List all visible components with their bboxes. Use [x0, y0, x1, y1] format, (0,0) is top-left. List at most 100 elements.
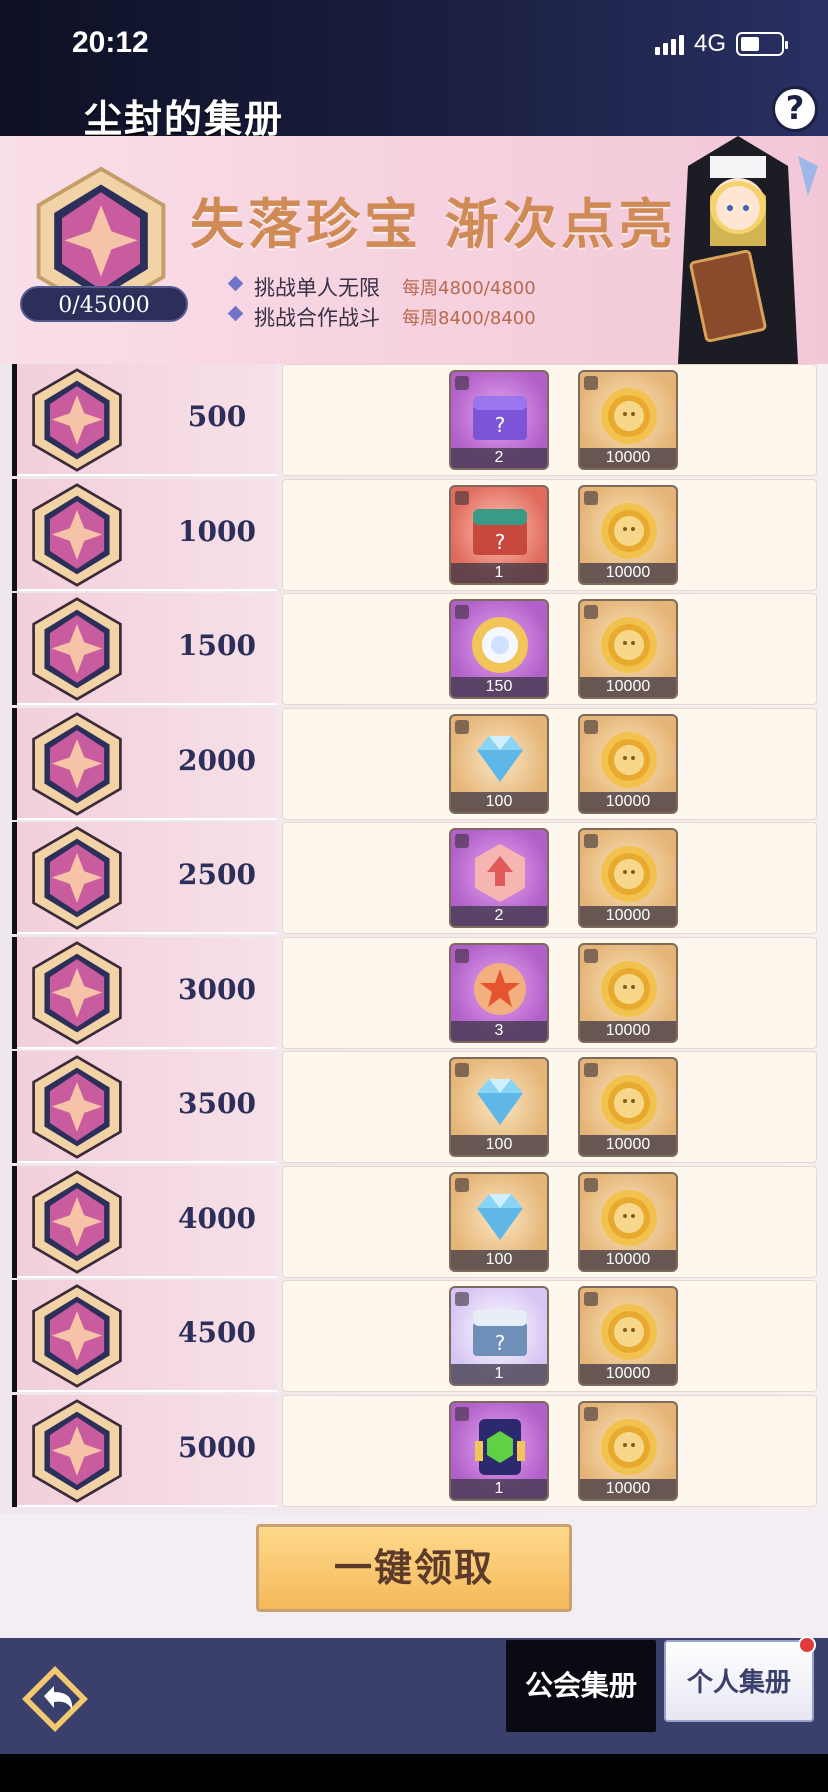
diamond-bullet-icon — [227, 305, 244, 322]
tab-guild-collection[interactable]: 公会集册 — [506, 1640, 656, 1732]
green-gem-frame-icon — [475, 1418, 525, 1475]
milestone-emblem-icon — [32, 368, 122, 472]
reward-item[interactable]: 10000 — [578, 370, 678, 470]
milestone-points: 3500 — [178, 1087, 256, 1120]
gold-coin-icon — [601, 960, 657, 1017]
task-quota: 每周8400/8400 — [402, 308, 536, 329]
gold-coin-icon — [601, 731, 657, 788]
reward-item[interactable]: 100 — [449, 713, 549, 814]
milestone-emblem-icon — [32, 1398, 122, 1503]
milestone-rewards: 1 10000 — [282, 1394, 817, 1507]
milestone-points: 2000 — [178, 743, 256, 777]
milestone-emblem-icon — [32, 826, 122, 930]
back-arrow-icon[interactable] — [18, 1662, 92, 1736]
milestone-points: 3000 — [178, 972, 256, 1006]
reward-item[interactable]: ? 1 — [449, 1286, 549, 1386]
milestone-points: 4000 — [178, 1201, 256, 1235]
reward-item[interactable]: 150 — [449, 599, 549, 699]
gold-coin-icon — [601, 1304, 657, 1360]
milestone-row: 2000 100 10000 — [12, 707, 817, 820]
milestone-rewards: 100 10000 — [282, 1165, 817, 1278]
star-medal-icon — [474, 962, 526, 1015]
red-mystery-chest-icon: ? — [473, 508, 527, 555]
diamond-icon — [477, 1079, 523, 1125]
reward-quantity: 10000 — [580, 448, 676, 468]
reward-item[interactable]: 10000 — [578, 1171, 678, 1272]
task-line-coop: 挑战合作战斗 每周8400/8400 — [227, 302, 536, 332]
milestone-rewards: 100 10000 — [282, 1051, 817, 1163]
milestone-row: 2500 2 10000 — [12, 822, 817, 934]
reward-item[interactable]: ? 2 — [449, 370, 549, 470]
milestone-emblem-icon — [32, 482, 122, 587]
tab-label: 个人集册 — [686, 1668, 791, 1698]
signal-icon — [654, 33, 684, 55]
milestone-rewards: ? 1 10000 — [282, 478, 817, 591]
milestone-rewards: 150 10000 — [282, 593, 817, 705]
milestone-row: 5000 1 10000 — [12, 1394, 817, 1507]
milestone-row: 4500 ? 1 10000 — [12, 1280, 817, 1392]
reward-item[interactable]: ? 1 — [449, 484, 549, 585]
svg-text:?: ? — [495, 1331, 506, 1355]
gold-coin-icon — [601, 617, 657, 673]
gold-coin-icon — [601, 846, 657, 902]
reward-item[interactable]: 100 — [449, 1171, 549, 1272]
question-icon[interactable]: ? — [772, 86, 818, 132]
reward-quantity: 100 — [451, 1249, 547, 1270]
reward-item[interactable]: 3 — [449, 942, 549, 1043]
tab-personal-collection[interactable]: 个人集册 — [664, 1636, 816, 1722]
reward-item[interactable]: 10000 — [578, 484, 678, 585]
reward-quantity: 10000 — [580, 677, 676, 697]
milestone-row: 500? 2 10000 — [12, 364, 817, 476]
battery-icon — [736, 32, 788, 56]
home-indicator — [0, 1754, 828, 1792]
reward-quantity: 100 — [451, 791, 547, 812]
milestone-points: 2500 — [178, 858, 256, 891]
task-quota: 每周4800/4800 — [402, 278, 536, 299]
milestone-emblem-icon — [32, 1169, 122, 1274]
reward-item[interactable]: 10000 — [578, 713, 678, 814]
milestone-points: 500 — [187, 400, 247, 433]
reward-item[interactable]: 10000 — [578, 599, 678, 699]
milestone-rewards: ? 1 10000 — [282, 1280, 817, 1392]
milestone-rewards: 3 10000 — [282, 936, 817, 1049]
milestone-points: 4500 — [178, 1316, 256, 1349]
milestone-row: 4000 100 10000 — [12, 1165, 817, 1278]
reward-item[interactable]: 100 — [449, 1057, 549, 1157]
reward-item[interactable]: 10000 — [578, 1400, 678, 1501]
milestone-row: 3500 100 10000 — [12, 1051, 817, 1163]
milestone-threshold-cell: 3000 — [17, 936, 277, 1049]
milestone-rewards: ? 2 10000 — [282, 364, 817, 476]
milestone-threshold-cell: 1500 — [17, 593, 277, 705]
diamond-icon — [477, 735, 523, 782]
milestone-emblem-icon — [32, 1055, 122, 1159]
claim-all-button[interactable]: 一键领取 — [256, 1524, 572, 1612]
svg-text:?: ? — [495, 413, 506, 437]
reward-item[interactable]: 1 — [449, 1400, 549, 1501]
milestone-rewards: 100 10000 — [282, 707, 817, 820]
reward-quantity: 10000 — [580, 1249, 676, 1270]
reward-item[interactable]: 10000 — [578, 1286, 678, 1386]
milestone-list[interactable]: 500? 2 10000 1000? 1 10000 1500 150 10000 2000 100… — [0, 364, 828, 1514]
milestone-emblem-icon — [32, 711, 122, 816]
page-title: 尘封的集册 — [84, 97, 285, 141]
diamond-bullet-icon — [227, 275, 244, 292]
reward-quantity: 10000 — [580, 1478, 676, 1499]
reward-quantity: 2 — [451, 448, 547, 468]
gold-coin-icon — [601, 1418, 657, 1475]
reward-quantity: 1 — [451, 1478, 547, 1499]
gold-coin-icon — [601, 388, 657, 444]
diamond-icon — [477, 1193, 523, 1240]
banner-slogan: 失落珍宝 渐次点亮 — [190, 192, 677, 256]
reward-quantity: 100 — [451, 1135, 547, 1155]
milestone-row: 1500 150 10000 — [12, 593, 817, 705]
milestone-emblem-icon — [32, 597, 122, 701]
reward-item[interactable]: 10000 — [578, 1057, 678, 1157]
reward-quantity: 10000 — [580, 906, 676, 926]
reward-item[interactable]: 10000 — [578, 942, 678, 1043]
reward-item[interactable]: 2 — [449, 828, 549, 928]
task-line-solo: 挑战单人无限 每周4800/4800 — [227, 272, 536, 302]
milestone-threshold-cell: 4000 — [17, 1165, 277, 1278]
milestone-emblem-icon — [32, 940, 122, 1045]
reward-item[interactable]: 10000 — [578, 828, 678, 928]
purple-mystery-chest-icon: ? — [473, 396, 527, 440]
